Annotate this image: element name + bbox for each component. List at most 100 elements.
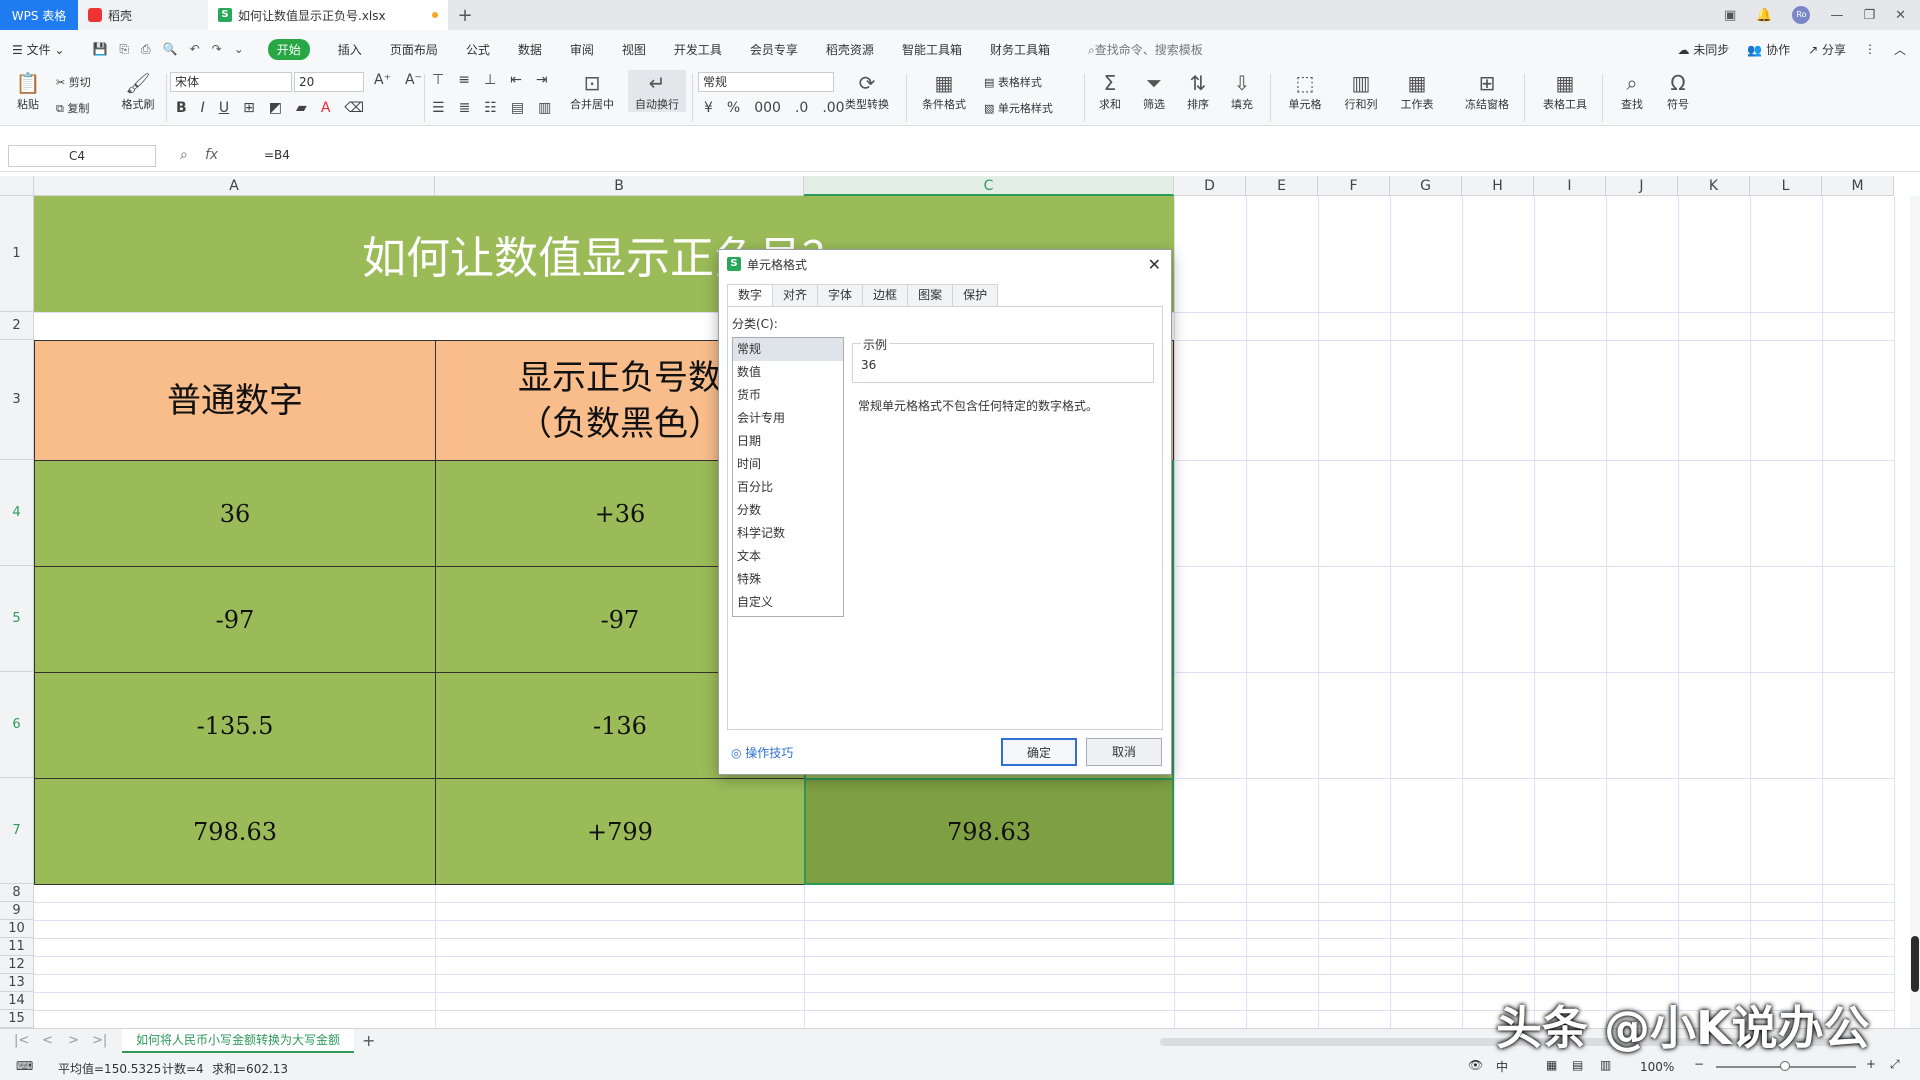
cut-button[interactable]: ✂ 剪切 (56, 74, 91, 90)
eye-icon[interactable]: 👁 (1468, 1058, 1483, 1072)
zoom-formula-icon[interactable]: ⌕ (180, 147, 188, 163)
row-header-7[interactable]: 7 (0, 778, 34, 884)
cell-a5[interactable]: -97 (34, 566, 436, 673)
worksheet-button[interactable]: ▦工作表 (1392, 70, 1442, 112)
tips-link[interactable]: ◎ 操作技巧 (731, 744, 793, 761)
zoom-slider-handle[interactable] (1780, 1061, 1790, 1071)
font-size-select[interactable]: 20 (294, 72, 364, 92)
fullscreen-icon[interactable]: ⤢ (1890, 1057, 1900, 1072)
row-header-15[interactable]: 15 (0, 1010, 34, 1028)
inc-decimal-icon[interactable]: .0 (795, 100, 808, 116)
row-header-1[interactable]: 1 (0, 196, 34, 312)
align-middle-icon[interactable]: ≡ (458, 72, 470, 88)
border-icon[interactable]: ⊞ (243, 100, 255, 116)
menu-file[interactable]: ☰ 文件 ⌄ (12, 41, 64, 58)
row-header-4[interactable]: 4 (0, 460, 34, 566)
align-center-icon[interactable]: ≣ (459, 100, 471, 116)
distribute-icon[interactable]: ▥ (538, 100, 551, 116)
header-cell-a[interactable]: 普通数字 (34, 340, 436, 461)
copy-button[interactable]: ⧉ 复制 (56, 100, 89, 116)
minimize-icon[interactable]: — (1830, 8, 1843, 23)
share-button[interactable]: ↗ 分享 (1808, 41, 1846, 58)
zoom-out-icon[interactable]: − (1694, 1057, 1704, 1071)
category-list[interactable]: 常规 数值 货币 会计专用 日期 时间 百分比 分数 科学记数 文本 特殊 自定… (732, 337, 844, 617)
col-header-k[interactable]: K (1678, 176, 1750, 196)
dialog-titlebar[interactable]: S 单元格格式 ✕ (719, 250, 1171, 278)
cell-b7[interactable]: +799 (435, 778, 805, 885)
align-bottom-icon[interactable]: ⊥ (484, 72, 496, 88)
thousands-icon[interactable]: 000 (754, 100, 781, 116)
tab-pattern[interactable]: 图案 (907, 284, 953, 306)
bell-icon[interactable]: 🔔 (1756, 8, 1772, 23)
tab-wps-home[interactable]: WPS 表格 (0, 0, 78, 30)
restore-icon[interactable]: ❐ (1863, 8, 1875, 23)
clear-icon[interactable]: ⌫ (344, 100, 364, 116)
bold-icon[interactable]: B (176, 100, 187, 116)
sort-button[interactable]: ⇅排序 (1176, 70, 1220, 112)
font-color-icon[interactable]: A (321, 100, 331, 116)
cancel-button[interactable]: 取消 (1086, 738, 1162, 766)
find-button[interactable]: ⌕查找 (1610, 70, 1654, 112)
category-date[interactable]: 日期 (733, 430, 843, 453)
col-header-i[interactable]: I (1534, 176, 1606, 196)
col-header-e[interactable]: E (1246, 176, 1318, 196)
cell-button[interactable]: ⬚单元格 (1280, 70, 1330, 112)
vertical-scrollbar[interactable] (1910, 196, 1920, 1028)
row-header-12[interactable]: 12 (0, 956, 34, 974)
tab-border[interactable]: 边框 (862, 284, 908, 306)
cell-a4[interactable]: 36 (34, 460, 436, 567)
export-icon[interactable]: ⎘ (119, 42, 129, 57)
row-header-14[interactable]: 14 (0, 992, 34, 1010)
undo-icon[interactable]: ↶ (190, 42, 200, 57)
type-convert-button[interactable]: ⟳类型转换 (838, 70, 896, 112)
row-header-9[interactable]: 9 (0, 902, 34, 920)
cell-style-button[interactable]: ▧ 单元格样式 (984, 100, 1053, 116)
page-view-icon[interactable]: ▤ (1572, 1058, 1583, 1072)
col-header-d[interactable]: D (1174, 176, 1246, 196)
align-right-icon[interactable]: ☷ (484, 100, 497, 116)
justify-icon[interactable]: ▤ (511, 100, 524, 116)
save-icon[interactable]: 💾 (92, 42, 107, 57)
redo-icon[interactable]: ↷ (212, 42, 222, 57)
category-percent[interactable]: 百分比 (733, 476, 843, 499)
highlight-icon[interactable]: ▰ (296, 100, 307, 116)
prev-sheet-icon[interactable]: < (42, 1033, 53, 1048)
formula-input[interactable]: =B4 (264, 148, 290, 162)
split-view-icon[interactable]: ▥ (1600, 1058, 1611, 1072)
row-header-2[interactable]: 2 (0, 312, 34, 340)
tab-alignment[interactable]: 对齐 (772, 284, 818, 306)
symbol-button[interactable]: Ω符号 (1656, 70, 1700, 112)
menu-formula[interactable]: 公式 (466, 41, 490, 58)
tab-number[interactable]: 数字 (727, 284, 773, 307)
menu-smart-tools[interactable]: 智能工具箱 (902, 41, 962, 58)
add-sheet-button[interactable]: + (362, 1031, 375, 1050)
menu-page-layout[interactable]: 页面布局 (390, 41, 438, 58)
col-header-h[interactable]: H (1462, 176, 1534, 196)
close-icon[interactable]: ✕ (1895, 8, 1906, 23)
category-fraction[interactable]: 分数 (733, 499, 843, 522)
menu-insert[interactable]: 插入 (338, 41, 362, 58)
new-tab-button[interactable]: + (448, 0, 482, 30)
select-all-corner[interactable] (0, 176, 34, 196)
indent-increase-icon[interactable]: ⇥ (536, 72, 548, 88)
tab-workbook[interactable]: S如何让数值显示正负号.xlsx (208, 0, 448, 30)
paste-button[interactable]: 📋粘贴 (6, 70, 50, 112)
scrollbar-thumb[interactable] (1911, 936, 1919, 992)
col-header-a[interactable]: A (34, 176, 435, 196)
macro-icon[interactable]: ⌨ (16, 1059, 33, 1073)
percent-icon[interactable]: % (727, 100, 740, 116)
row-header-8[interactable]: 8 (0, 884, 34, 902)
category-custom[interactable]: 自定义 (733, 591, 843, 614)
category-general[interactable]: 常规 (733, 338, 843, 361)
normal-view-icon[interactable]: ▦ (1546, 1058, 1557, 1072)
category-currency[interactable]: 货币 (733, 384, 843, 407)
table-tools-button[interactable]: ▦表格工具 (1536, 70, 1594, 112)
format-painter-button[interactable]: 🖌格式刷 (116, 70, 160, 112)
row-header-3[interactable]: 3 (0, 340, 34, 460)
col-header-g[interactable]: G (1390, 176, 1462, 196)
category-scientific[interactable]: 科学记数 (733, 522, 843, 545)
sheet-tab[interactable]: 如何将人民币小写金额转换为大写金额 (122, 1029, 354, 1053)
sum-button[interactable]: Σ求和 (1088, 70, 1132, 112)
table-style-button[interactable]: ▤ 表格样式 (984, 74, 1042, 90)
ok-button[interactable]: 确定 (1001, 738, 1077, 766)
